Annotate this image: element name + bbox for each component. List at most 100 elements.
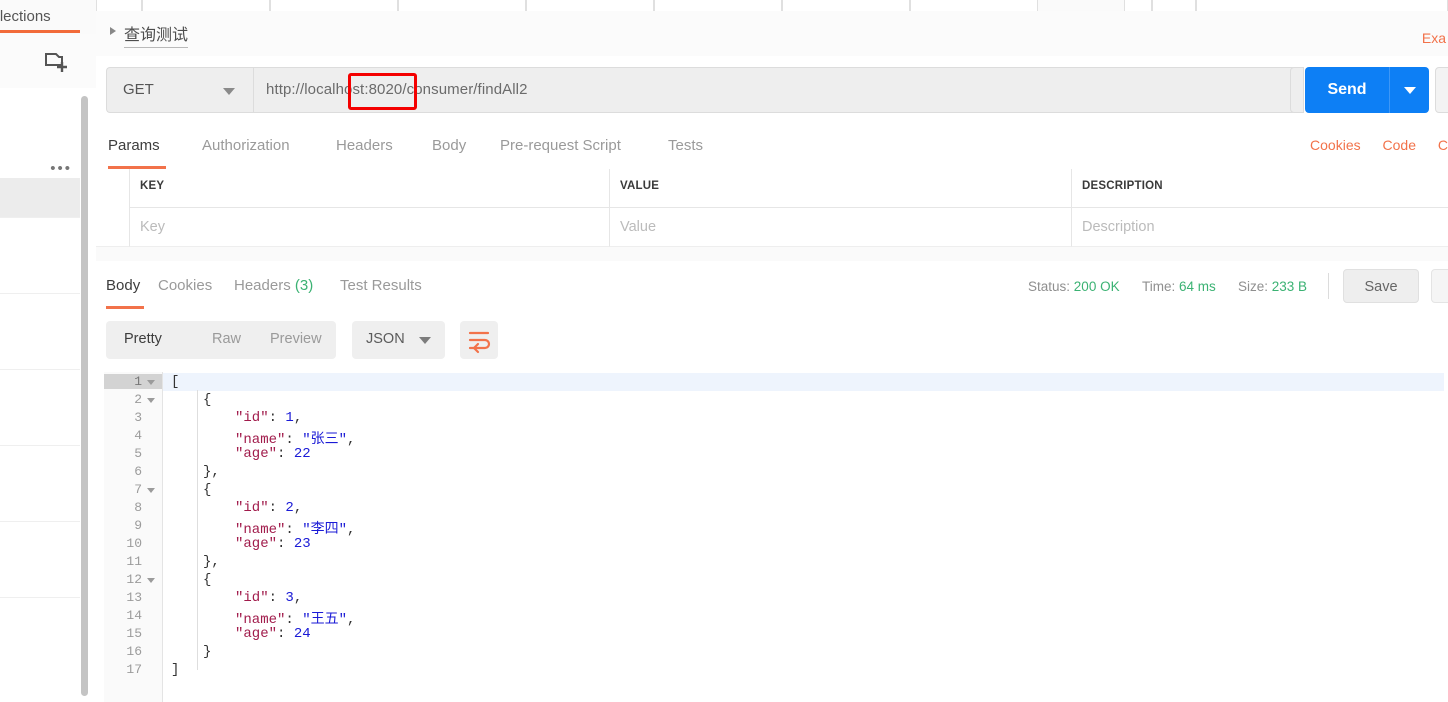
response-format-bar: Pretty Raw Preview JSON bbox=[96, 310, 1448, 372]
gutter-line-number: 15 bbox=[126, 626, 142, 641]
params-row-key[interactable]: Key bbox=[130, 208, 610, 247]
method-label: GET bbox=[123, 81, 154, 98]
examples-link[interactable]: Exa bbox=[1422, 30, 1446, 46]
sidebar-scrollbar[interactable] bbox=[81, 96, 88, 696]
response-headers-count: (3) bbox=[294, 277, 314, 294]
sidebar-tab-collections[interactable]: Collections bbox=[0, 0, 80, 33]
params-header-key-label: KEY bbox=[140, 180, 165, 192]
code-line: "id": 1, bbox=[235, 410, 302, 426]
tab-pre-request-script[interactable]: Pre-request Script bbox=[500, 137, 621, 154]
format-raw-button[interactable]: Raw bbox=[212, 331, 241, 347]
params-header-value: VALUE bbox=[610, 169, 1072, 208]
tab-headers[interactable]: Headers bbox=[336, 137, 393, 154]
save-response-options-button[interactable] bbox=[1431, 269, 1448, 303]
params-header-key: KEY bbox=[130, 169, 610, 208]
response-tab-cookies[interactable]: Cookies bbox=[158, 277, 212, 294]
fold-triangle-icon[interactable] bbox=[147, 488, 155, 493]
code-token: , bbox=[293, 500, 303, 516]
send-options-button[interactable] bbox=[1389, 67, 1429, 113]
postman-window: Collections ••• bbox=[0, 0, 1448, 702]
word-wrap-icon[interactable] bbox=[460, 321, 498, 359]
gutter-line-number: 3 bbox=[134, 410, 142, 425]
code-token: 2 bbox=[285, 500, 294, 516]
gutter-line-number: 2 bbox=[134, 392, 142, 407]
response-tab-headers[interactable]: Headers (3) bbox=[234, 277, 313, 294]
code-line: "name": "张三", bbox=[235, 428, 355, 448]
code-token: , bbox=[293, 590, 303, 606]
list-item[interactable] bbox=[0, 294, 80, 370]
chevron-down-icon bbox=[419, 337, 431, 344]
sidebar-tab-row: Collections bbox=[0, 0, 96, 35]
editor-code: [{"id": 1, "name": "张三", "age": 22},{"id":… bbox=[163, 372, 1448, 702]
list-item[interactable] bbox=[0, 598, 80, 674]
fold-triangle-icon[interactable] bbox=[147, 380, 155, 385]
code-line: ] bbox=[171, 662, 179, 678]
params-row-value[interactable]: Value bbox=[610, 208, 1072, 247]
gutter-line-number: 11 bbox=[126, 554, 142, 569]
fold-triangle-icon[interactable] bbox=[147, 398, 155, 403]
gutter-line-number: 17 bbox=[126, 662, 142, 677]
list-item[interactable] bbox=[0, 218, 80, 294]
list-item[interactable] bbox=[0, 522, 80, 598]
ellipsis-icon[interactable]: ••• bbox=[50, 160, 72, 177]
gutter-line-number: 8 bbox=[134, 500, 142, 515]
language-select[interactable]: JSON bbox=[352, 321, 445, 359]
list-item[interactable] bbox=[0, 446, 80, 522]
response-tab-headers-label: Headers bbox=[234, 277, 291, 294]
tab-tests[interactable]: Tests bbox=[668, 137, 703, 154]
list-item[interactable] bbox=[0, 370, 80, 446]
send-button[interactable]: Send bbox=[1305, 67, 1389, 113]
save-button-edge[interactable] bbox=[1435, 67, 1448, 113]
code-token: , bbox=[347, 432, 356, 448]
new-collection-icon[interactable] bbox=[44, 50, 70, 74]
request-tabs: Params Authorization Headers Body Pre-re… bbox=[96, 124, 1448, 170]
tab-body[interactable]: Body bbox=[432, 137, 466, 154]
list-item[interactable]: ••• bbox=[0, 88, 80, 178]
params-row-description[interactable]: Description bbox=[1072, 208, 1448, 247]
comments-link[interactable]: C bbox=[1438, 137, 1448, 153]
method-select[interactable]: GET bbox=[106, 67, 253, 113]
sidebar: Collections ••• bbox=[0, 0, 97, 702]
language-label: JSON bbox=[366, 331, 405, 347]
code-token: 1 bbox=[285, 410, 294, 426]
save-request-button-partial[interactable] bbox=[1290, 67, 1304, 113]
code-token: 24 bbox=[293, 626, 311, 642]
response-body-editor[interactable]: 1 2 3 4 5 6 7 8 9 10 11 12 13 14 15 16 17 [{"id": 1, "nam… bbox=[96, 372, 1448, 702]
collection-title[interactable]: 查询测试 bbox=[124, 21, 189, 48]
code-token: "id" bbox=[235, 500, 269, 516]
size-value: 233 B bbox=[1271, 279, 1308, 294]
format-pretty-button[interactable]: Pretty bbox=[124, 331, 162, 347]
url-row: GET http://localhost:8020/consumer/findA… bbox=[96, 56, 1448, 124]
gutter-line-number: 5 bbox=[134, 446, 142, 461]
code-token: }, bbox=[203, 554, 220, 570]
params-table-footer bbox=[96, 247, 1448, 262]
list-item-selected[interactable] bbox=[0, 178, 80, 218]
code-token: "id" bbox=[235, 590, 269, 606]
expand-triangle-icon[interactable] bbox=[110, 27, 116, 35]
response-tab-body[interactable]: Body bbox=[106, 277, 140, 294]
format-segmented-control: Pretty Raw Preview bbox=[106, 321, 336, 359]
chevron-down-icon bbox=[1404, 87, 1416, 94]
cookies-link[interactable]: Cookies bbox=[1310, 137, 1361, 153]
tab-params[interactable]: Params bbox=[108, 137, 160, 154]
code-line: "id": 2, bbox=[235, 500, 302, 516]
code-token: : bbox=[268, 590, 286, 606]
response-size: Size: 233 B bbox=[1238, 279, 1307, 294]
format-preview-button[interactable]: Preview bbox=[270, 331, 322, 347]
code-token: : bbox=[268, 410, 286, 426]
params-description-placeholder: Description bbox=[1082, 219, 1155, 235]
code-token: } bbox=[203, 644, 212, 660]
code-token: ] bbox=[171, 662, 180, 678]
code-link[interactable]: Code bbox=[1383, 137, 1416, 153]
gutter-line-number: 10 bbox=[126, 536, 142, 551]
fold-triangle-icon[interactable] bbox=[147, 578, 155, 583]
response-tab-underline bbox=[106, 306, 144, 309]
response-status: Status: 200 OK bbox=[1028, 279, 1120, 294]
params-row-checkbox[interactable] bbox=[96, 208, 130, 247]
save-response-button[interactable]: Save bbox=[1343, 269, 1419, 303]
response-tab-test-results[interactable]: Test Results bbox=[340, 277, 422, 294]
code-line: { bbox=[203, 482, 211, 498]
tab-authorization[interactable]: Authorization bbox=[202, 137, 290, 154]
code-line: { bbox=[203, 392, 211, 408]
params-header-description: DESCRIPTION ••• bbox=[1072, 169, 1448, 208]
